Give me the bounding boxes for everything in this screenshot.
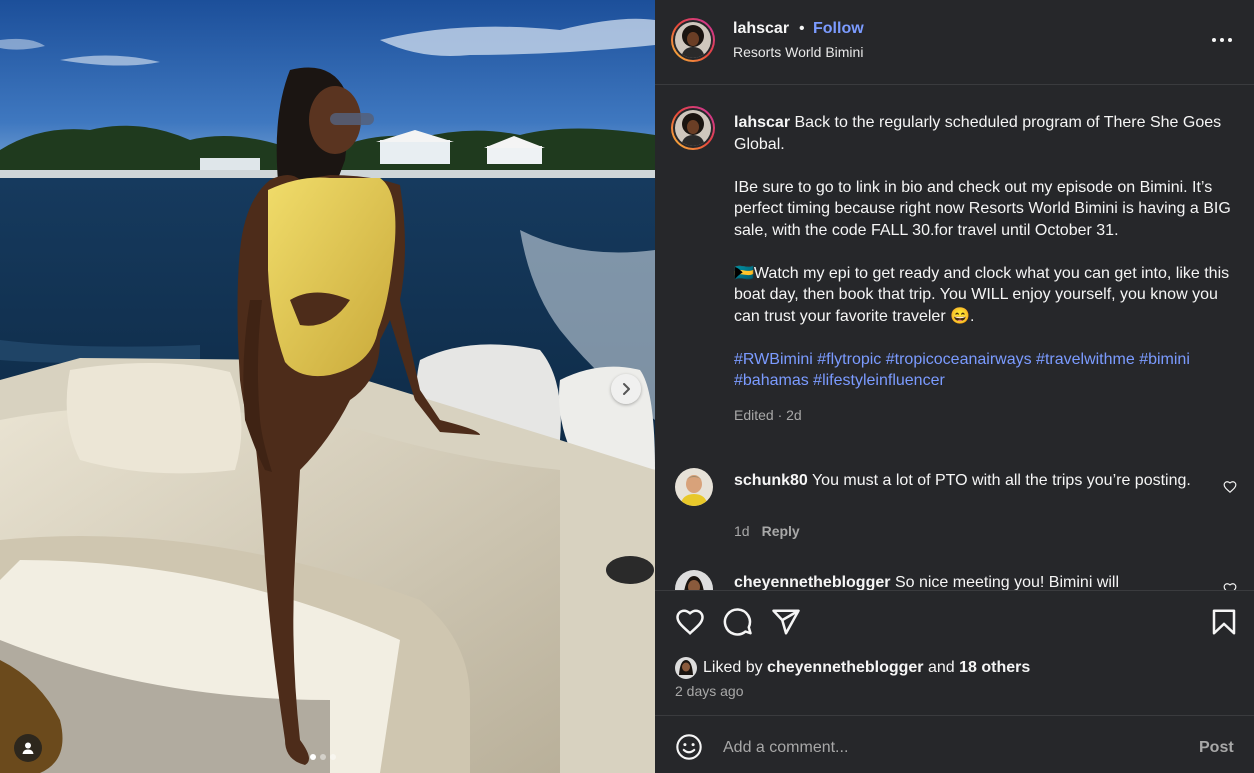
author-avatar-image <box>675 22 711 58</box>
liker-avatar <box>675 657 697 679</box>
like-comment-heart-icon[interactable] <box>1223 480 1237 494</box>
caption-hashtags[interactable]: #RWBimini #flytropic #tropicoceanairways… <box>734 349 1244 392</box>
boat-photo-image <box>0 0 655 773</box>
caption-line-2: IBe sure to go to link in bio and check … <box>734 178 1231 239</box>
comment-meta: 1d Reply <box>734 523 800 539</box>
post-caption: lahscar Back to the regularly scheduled … <box>734 112 1244 427</box>
commenter-avatar-image <box>675 468 713 506</box>
comment-body: cheyennetheblogger So nice meeting you! … <box>734 572 1204 590</box>
emoji-icon[interactable] <box>675 733 703 761</box>
post-side-panel: lahscar • Follow Resorts World Bimini la… <box>655 0 1254 773</box>
carousel-dot <box>310 754 316 760</box>
author-avatar[interactable] <box>671 18 715 62</box>
carousel-dot <box>330 754 336 760</box>
user-tag-icon <box>22 742 34 754</box>
comment-text: You must a lot of PTO with all the trips… <box>811 472 1191 489</box>
bahamas-flag-emoji: 🇧🇸 <box>734 264 754 282</box>
commenter-avatar[interactable] <box>675 468 713 506</box>
carousel-dot <box>320 754 326 760</box>
post-location[interactable]: Resorts World Bimini <box>733 44 863 60</box>
comment-username[interactable]: schunk80 <box>734 472 808 489</box>
separator-dot: • <box>799 20 805 37</box>
grin-emoji: 😄 <box>950 307 971 325</box>
more-options-icon[interactable] <box>1210 28 1234 52</box>
comment-text: So nice meeting you! Bimini will <box>894 574 1120 590</box>
follow-button[interactable]: Follow <box>813 20 864 38</box>
liked-by-prefix: Liked by <box>703 659 763 676</box>
share-icon[interactable] <box>771 607 801 637</box>
post-viewer: lahscar • Follow Resorts World Bimini la… <box>0 0 1254 773</box>
post-comment-button[interactable]: Post <box>1199 739 1234 757</box>
chevron-right-icon <box>623 383 630 395</box>
comments-scroll-area[interactable]: lahscar Back to the regularly scheduled … <box>655 84 1254 590</box>
caption-meta: Edited · 2d <box>734 407 802 423</box>
liked-by-user[interactable]: cheyennetheblogger <box>767 659 923 677</box>
caption-end-punct: . <box>970 307 975 325</box>
commenter-avatar-image <box>675 570 713 590</box>
comment-username[interactable]: cheyennetheblogger <box>734 574 890 590</box>
liked-by-and: and <box>927 659 955 676</box>
caption-author-avatar[interactable] <box>671 106 715 150</box>
commenter-avatar[interactable] <box>675 570 713 590</box>
post-time-ago: 2 days ago <box>675 683 744 699</box>
post-photo[interactable] <box>0 0 655 773</box>
like-comment-heart-icon[interactable] <box>1223 582 1237 590</box>
comment-icon[interactable] <box>723 607 753 637</box>
carousel-indicator <box>310 754 336 760</box>
post-header: lahscar • Follow Resorts World Bimini <box>655 0 1254 85</box>
likes-summary[interactable]: Liked by cheyennetheblogger and 18 other… <box>675 657 1030 679</box>
bookmark-icon[interactable] <box>1209 607 1239 637</box>
caption-avatar-image <box>675 110 711 146</box>
add-comment-input[interactable] <box>721 733 1185 763</box>
post-actions: Liked by cheyennetheblogger and 18 other… <box>655 590 1254 716</box>
liker-avatar-image <box>675 657 697 679</box>
reply-button[interactable]: Reply <box>762 523 800 539</box>
comment-time: 1d <box>734 523 750 539</box>
likes-others-link[interactable]: 18 others <box>959 659 1030 677</box>
tagged-users-button[interactable] <box>14 734 42 762</box>
add-comment-bar: Post <box>655 715 1254 773</box>
caption-username[interactable]: lahscar <box>734 114 790 131</box>
comment-body: schunk80 You must a lot of PTO with all … <box>734 470 1204 492</box>
author-username[interactable]: lahscar <box>733 20 789 38</box>
heart-icon[interactable] <box>675 607 705 637</box>
caption-line-3: Watch my epi to get ready and clock what… <box>734 264 1230 325</box>
next-photo-button[interactable] <box>611 374 641 404</box>
caption-line-1: Back to the regularly scheduled program … <box>734 114 1222 153</box>
